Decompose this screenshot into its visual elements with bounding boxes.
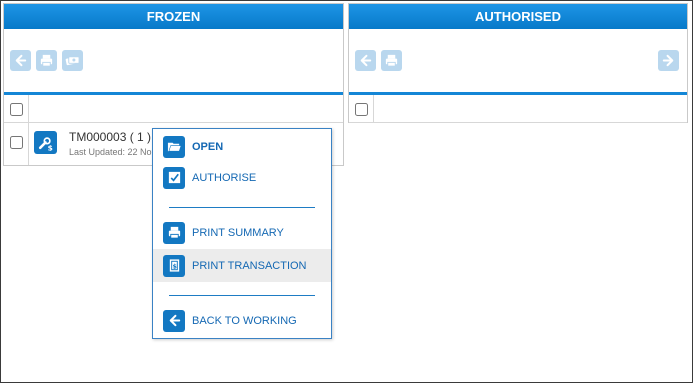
print-document-icon: $ [163, 254, 185, 277]
money-icon[interactable] [62, 50, 83, 71]
menu-item-open[interactable]: OPEN [153, 130, 331, 163]
frozen-panel-header: FROZEN [4, 4, 343, 29]
menu-item-authorise[interactable]: AUTHORISE [153, 161, 331, 194]
back-arrow-icon [163, 309, 185, 332]
select-all-row [4, 95, 343, 123]
print-icon[interactable] [381, 50, 402, 71]
authorised-toolbar [349, 29, 687, 95]
select-all-cell [349, 95, 374, 122]
menu-item-label: PRINT SUMMARY [192, 226, 284, 239]
folder-open-icon [163, 135, 185, 158]
print-icon [163, 221, 185, 244]
item-last-updated: Last Updated: 22 No [69, 147, 152, 157]
menu-item-label: BACK TO WORKING [192, 314, 297, 327]
menu-item-label: AUTHORISE [192, 171, 257, 184]
print-icon[interactable] [36, 50, 57, 71]
item-checkbox-cell [4, 123, 29, 165]
item-title[interactable]: TM000003 ( 1 ) [69, 130, 151, 144]
back-arrow-icon[interactable] [355, 50, 376, 71]
menu-item-label: OPEN [192, 140, 224, 153]
menu-separator [169, 295, 315, 296]
back-arrow-icon[interactable] [10, 50, 31, 71]
select-all-row [349, 95, 687, 123]
svg-text:$: $ [48, 143, 53, 151]
forward-arrow-icon[interactable] [658, 50, 679, 71]
menu-item-label: PRINT TRANSACTION [192, 259, 307, 272]
checkbox-checked-icon [163, 166, 185, 189]
select-all-checkbox[interactable] [355, 103, 368, 116]
select-all-cell [4, 95, 29, 122]
menu-separator [169, 207, 315, 208]
context-menu: OPEN AUTHORISE PRINT SUMMARY $ PRINT TRA… [152, 128, 332, 339]
select-all-checkbox[interactable] [10, 103, 23, 116]
item-checkbox[interactable] [10, 136, 23, 149]
authorised-panel: AUTHORISED [348, 3, 688, 123]
authorised-panel-header: AUTHORISED [349, 4, 687, 29]
tools-dollar-icon: $ [34, 131, 57, 154]
frozen-toolbar [4, 29, 343, 95]
menu-item-back-to-working[interactable]: BACK TO WORKING [153, 304, 331, 337]
svg-text:$: $ [172, 263, 176, 270]
menu-item-print-summary[interactable]: PRINT SUMMARY [153, 216, 331, 249]
menu-item-print-transaction[interactable]: $ PRINT TRANSACTION [153, 249, 331, 282]
